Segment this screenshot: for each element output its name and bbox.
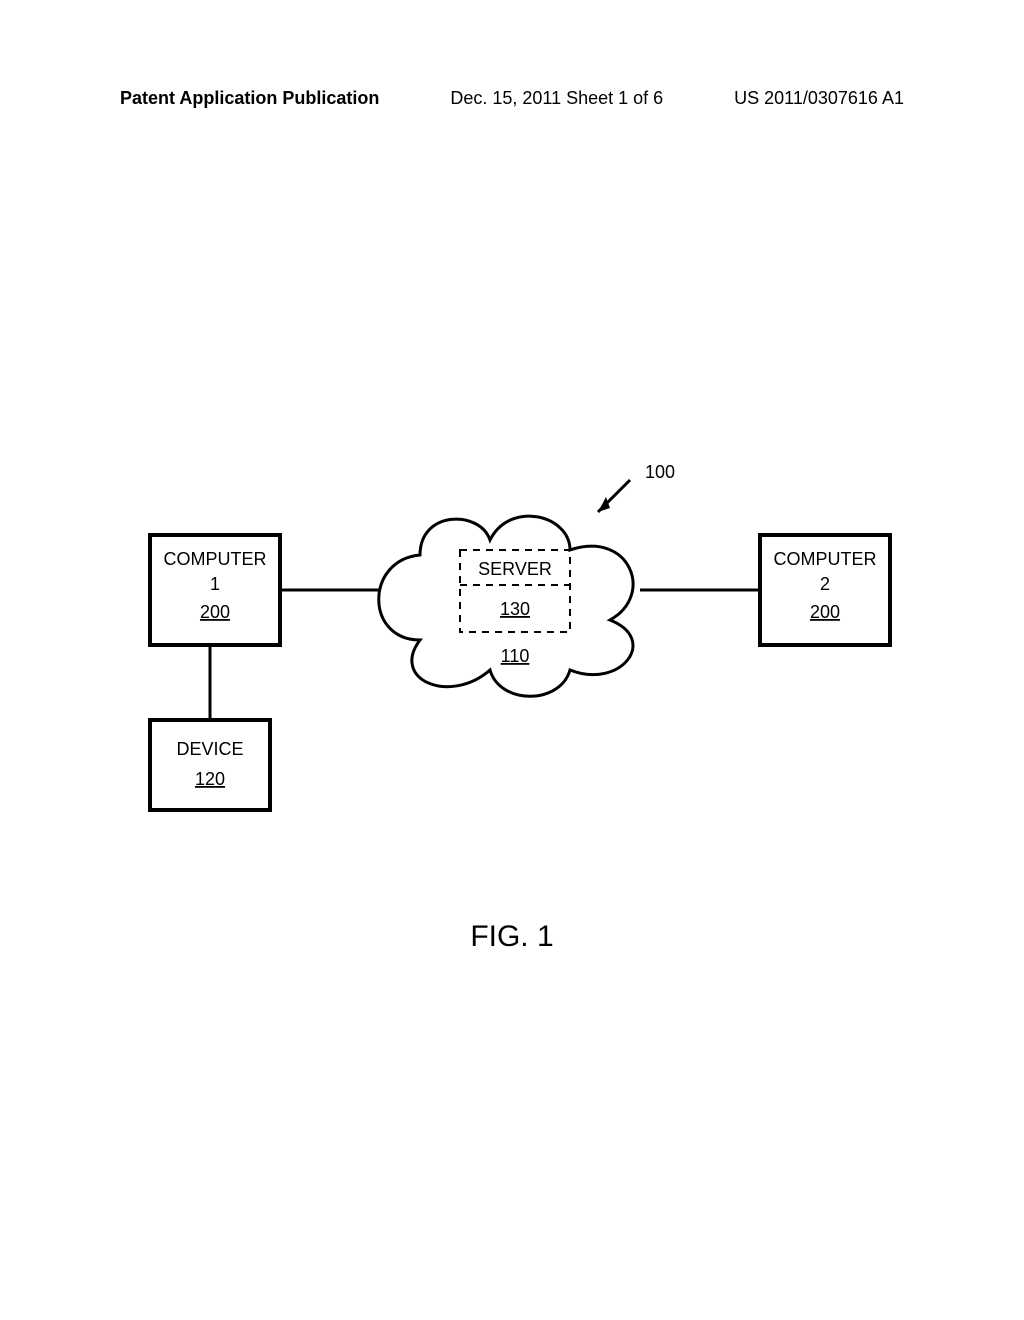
system-ref-callout: 100 <box>598 462 675 512</box>
device-block: DEVICE 120 <box>150 720 270 810</box>
header-publication: Patent Application Publication <box>120 88 379 109</box>
cloud-ref: 110 <box>501 646 530 666</box>
server-label: SERVER <box>478 559 552 579</box>
page-header: Patent Application Publication Dec. 15, … <box>0 88 1024 109</box>
device-ref: 120 <box>195 769 225 789</box>
server-ref: 130 <box>500 599 530 619</box>
figure-label: FIG. 1 <box>0 920 1024 954</box>
computer-2-block: COMPUTER 2 200 <box>760 535 890 645</box>
computer-2-num: 2 <box>820 574 830 594</box>
header-date-sheet: Dec. 15, 2011 Sheet 1 of 6 <box>450 88 663 109</box>
figure-canvas: SERVER 130 110 100 COMPUTER 1 200 CO <box>120 430 904 890</box>
computer-1-ref: 200 <box>200 602 230 622</box>
figure-svg: SERVER 130 110 100 COMPUTER 1 200 CO <box>120 430 904 890</box>
device-title: DEVICE <box>176 739 243 759</box>
system-ref: 100 <box>645 462 675 482</box>
computer-2-ref: 200 <box>810 602 840 622</box>
page: Patent Application Publication Dec. 15, … <box>0 0 1024 1320</box>
header-document-number: US 2011/0307616 A1 <box>734 88 904 109</box>
computer-2-title: COMPUTER <box>774 549 877 569</box>
computer-1-block: COMPUTER 1 200 <box>150 535 280 645</box>
computer-1-num: 1 <box>210 574 220 594</box>
computer-1-title: COMPUTER <box>164 549 267 569</box>
